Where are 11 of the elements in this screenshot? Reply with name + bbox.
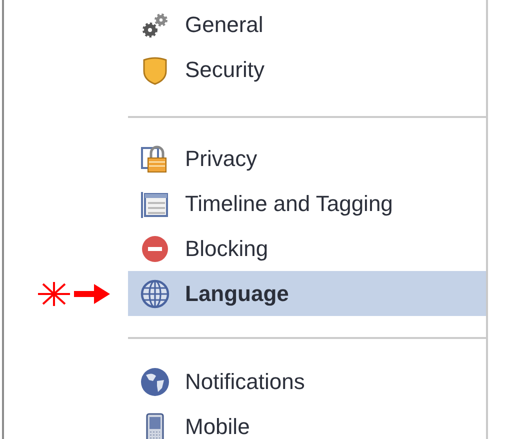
menu-item[interactable]: Security [128, 47, 486, 92]
earth-icon [140, 366, 170, 396]
menu-item[interactable]: Timeline and Tagging [128, 181, 486, 226]
menu-item[interactable]: Privacy [128, 136, 486, 181]
globe-icon [140, 278, 170, 308]
menu-item[interactable]: General [128, 2, 486, 47]
annotation-arrow-icon [36, 281, 112, 307]
menu-item[interactable]: Blocking [128, 226, 486, 271]
menu-item[interactable]: Mobile [128, 404, 486, 439]
menu-item[interactable]: Notifications [128, 359, 486, 404]
no-entry-icon [140, 234, 170, 264]
